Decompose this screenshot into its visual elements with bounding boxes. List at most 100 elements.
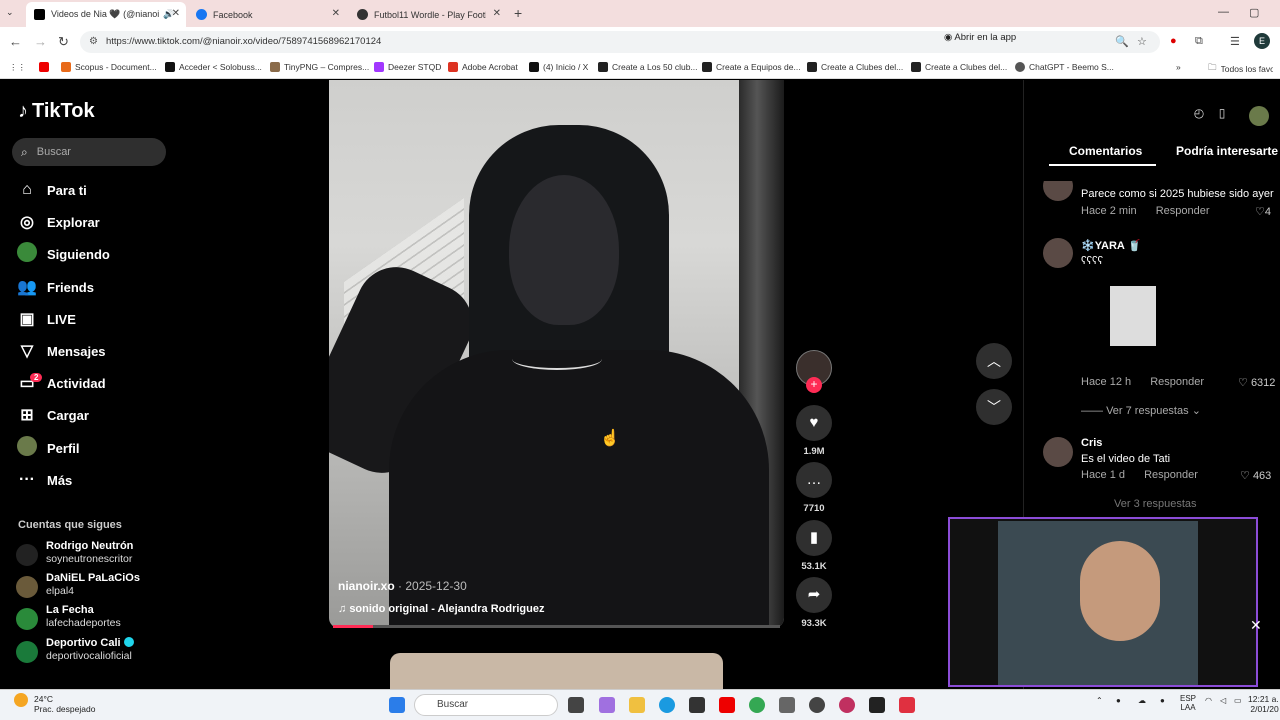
reply-button[interactable]: Responder <box>1150 376 1204 388</box>
comment-like[interactable]: ♡4 <box>1255 205 1271 218</box>
video-music[interactable]: ♫ sonido original - Alejandra Rodriguez <box>338 603 544 615</box>
bookmark-icon[interactable]: ▮ <box>796 520 832 556</box>
chrome-icon[interactable] <box>749 697 765 713</box>
task-view-icon[interactable] <box>568 697 584 713</box>
following-account[interactable]: Deportivo Cali deportivocalioficial <box>16 637 176 667</box>
wifi-icon[interactable]: ◠ <box>1205 696 1212 705</box>
edge-icon[interactable] <box>659 697 675 713</box>
bookmark-item[interactable]: Adobe Acrobat <box>448 62 518 72</box>
minimize-icon[interactable]: — <box>1218 6 1229 18</box>
weather-widget[interactable]: 24°C Prac. despejado <box>34 694 95 714</box>
media-control-icon[interactable]: ☰ <box>1230 35 1240 48</box>
nav-cargar[interactable]: ⊞ Cargar <box>16 401 176 429</box>
following-account[interactable]: DaNiEL PaLaCiOs elpal4 <box>16 572 176 602</box>
tray-app-icon[interactable]: ● <box>1160 696 1165 705</box>
next-video-preview[interactable] <box>390 653 723 693</box>
video-author[interactable]: nianoir.xo <box>338 579 395 593</box>
nav-siguiendo[interactable]: Siguiendo <box>16 240 176 268</box>
close-tab-icon[interactable]: ✕ <box>332 8 340 19</box>
reply-button[interactable]: Responder <box>1144 469 1198 481</box>
maximize-icon[interactable]: ▢ <box>1249 6 1259 19</box>
follow-plus-icon[interactable]: + <box>806 377 822 393</box>
reload-icon[interactable]: ↻ <box>58 34 69 50</box>
app-icon[interactable] <box>809 697 825 713</box>
close-tab-icon[interactable]: ✕ <box>172 8 180 19</box>
bookmark-item[interactable]: Scopus - Document... <box>61 62 157 72</box>
nav-actividad[interactable]: ▭ 2 Actividad <box>16 369 176 397</box>
battery-icon[interactable]: ▭ <box>1234 696 1242 705</box>
comment-like[interactable]: ♡ 463 <box>1240 469 1271 482</box>
extensions-icon[interactable]: ⧉ <box>1195 35 1203 48</box>
close-tab-icon[interactable]: ✕ <box>493 8 501 19</box>
comment-username[interactable]: ❄️YARA 🥤 <box>1081 239 1141 252</box>
tab-podria-interesarte[interactable]: Podría interesarte <box>1176 144 1278 158</box>
taskbar-search[interactable]: Buscar <box>414 694 558 716</box>
bookmark-item[interactable]: Acceder < Solobuss... <box>165 62 262 72</box>
commenter-avatar[interactable] <box>1043 181 1073 201</box>
clock[interactable]: 12:21 a. 2/01/20 <box>1248 694 1279 714</box>
previous-video-button[interactable]: ︿ <box>976 343 1012 379</box>
bookmark-item[interactable]: ChatGPT - Beemo S... <box>1015 62 1114 72</box>
capcut-icon[interactable] <box>869 697 885 713</box>
windows-start-icon[interactable] <box>389 697 405 713</box>
bookmark-item[interactable]: (4) Inicio / X <box>529 62 588 72</box>
device-icon[interactable]: ▯ <box>1211 106 1233 126</box>
share-icon[interactable]: ➦ <box>796 577 832 613</box>
comment-like[interactable]: ♡ 6312 <box>1238 376 1275 389</box>
comment-username[interactable]: Cris <box>1081 437 1102 449</box>
tab-comentarios[interactable]: Comentarios <box>1069 144 1142 158</box>
bookmark-item[interactable]: Create a Clubes del... <box>807 62 903 72</box>
app-icon[interactable] <box>899 697 915 713</box>
new-tab-icon[interactable]: + <box>514 5 522 21</box>
bookmark-item[interactable]: TinyPNG – Compres... <box>270 62 369 72</box>
tiktok-logo[interactable]: ♪ TikTok <box>18 100 95 123</box>
nav-para-ti[interactable]: ⌂ Para ti <box>16 176 176 204</box>
copilot-icon[interactable] <box>599 697 615 713</box>
compass-settings-icon[interactable]: ◴ <box>1188 106 1210 126</box>
more-bookmarks-icon[interactable]: » <box>1176 62 1181 72</box>
save-action[interactable]: ▮ 53.1K <box>795 520 833 572</box>
nav-explorar[interactable]: ◎ Explorar <box>16 208 176 236</box>
tray-chevron-icon[interactable]: ⌃ <box>1096 696 1103 705</box>
open-in-app-button[interactable]: ◉ Abrir en la app <box>944 32 1016 43</box>
user-avatar-icon[interactable] <box>1248 106 1270 126</box>
commenter-avatar[interactable] <box>1043 238 1073 268</box>
heart-icon[interactable]: ♥ <box>796 405 832 441</box>
youtube-app-icon[interactable] <box>719 697 735 713</box>
site-info-icon[interactable]: ⚙ <box>89 36 98 47</box>
back-icon[interactable]: ← <box>9 34 22 49</box>
tab-futbol11[interactable]: Futbol11 Wordle - Play Football ✕ <box>349 2 507 27</box>
profile-avatar[interactable]: E <box>1254 33 1270 49</box>
apps-icon[interactable]: ⋮⋮ <box>9 62 26 73</box>
opera-extension-icon[interactable]: ● <box>1170 35 1177 47</box>
volume-icon[interactable]: ◁ <box>1220 696 1226 705</box>
bookmark-item[interactable]: Create a Clubes del... <box>911 62 1007 72</box>
tray-cloud-icon[interactable]: ☁ <box>1138 696 1146 705</box>
comment-action[interactable]: … 7710 <box>795 462 833 514</box>
next-video-button[interactable]: ﹀ <box>976 389 1012 425</box>
search-input[interactable]: ⌕ Buscar <box>12 138 166 166</box>
following-account[interactable]: La Fecha lafechadeportes <box>16 604 176 634</box>
tab-search-dropdown-icon[interactable]: ⌄ <box>6 7 14 18</box>
view-replies[interactable]: Ver 3 respuestas <box>1114 498 1197 510</box>
bookmark-item[interactable]: Deezer STQD <box>374 62 441 72</box>
commenter-avatar[interactable] <box>1043 437 1073 467</box>
tab-tiktok[interactable]: Videos de Nia 🖤 (@nianoir.xo) 🔊 ✕ <box>26 2 186 27</box>
store-icon[interactable] <box>689 697 705 713</box>
file-explorer-icon[interactable] <box>629 697 645 713</box>
share-action[interactable]: ➦ 93.3K <box>795 577 833 629</box>
gamepad-icon[interactable] <box>779 697 795 713</box>
bookmark-item[interactable]: Create a Equipos de... <box>702 62 801 72</box>
video-player[interactable] <box>329 80 784 628</box>
nav-perfil[interactable]: Perfil <box>16 434 176 462</box>
view-replies[interactable]: —— Ver 7 respuestas ⌄ <box>1081 404 1201 417</box>
zoom-icon[interactable]: 🔍 <box>1115 35 1129 48</box>
following-account[interactable]: Rodrigo Neutrón soyneutronescritor <box>16 540 176 570</box>
nav-live[interactable]: ▣ LIVE <box>16 305 176 333</box>
bookmark-item[interactable]: Create a Los 50 club... <box>598 62 698 72</box>
close-icon[interactable]: ✕ <box>1250 617 1262 634</box>
tab-facebook[interactable]: Facebook ✕ <box>188 2 346 27</box>
forward-icon[interactable]: → <box>34 34 47 49</box>
video-progress-bar[interactable] <box>333 625 780 628</box>
bookmark-star-icon[interactable]: ☆ <box>1137 35 1147 48</box>
